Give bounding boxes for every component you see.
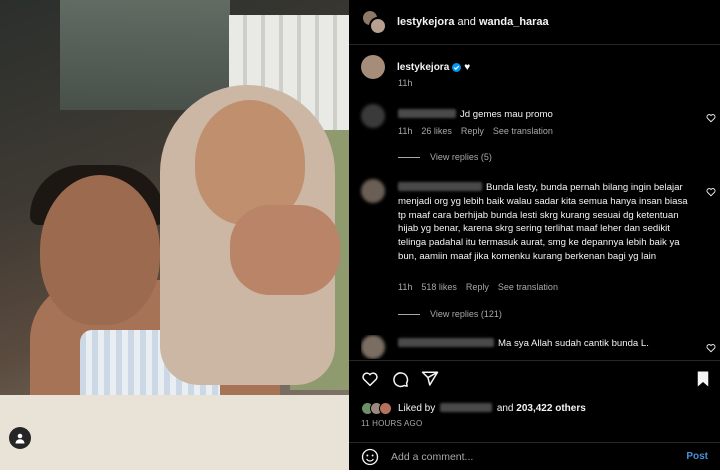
heart-icon[interactable]	[361, 370, 379, 388]
emoji-icon[interactable]	[361, 448, 379, 466]
comment-icon[interactable]	[391, 370, 409, 388]
avatar	[379, 402, 392, 415]
comment-bar: Post	[349, 443, 720, 470]
avatar	[369, 17, 387, 35]
caption-row: lestykejora ♥	[361, 55, 470, 79]
post-button[interactable]: Post	[686, 451, 708, 462]
post-authors: lestykejora and wanda_haraa	[397, 16, 549, 28]
view-replies-label: View replies (5)	[430, 152, 492, 162]
comment-text-line: Bunda lesty, bunda pernah bilang ingin b…	[398, 181, 698, 264]
share-icon[interactable]	[421, 370, 439, 388]
post-header: lestykejora and wanda_haraa	[349, 0, 720, 45]
caption-emoji: ♥	[464, 61, 471, 73]
comment-heart-icon[interactable]	[706, 187, 716, 197]
comment-text: Bunda lesty, bunda pernah bilang ingin b…	[398, 182, 688, 262]
post-side-panel: lestykejora and wanda_haraa lestykejora …	[349, 0, 720, 470]
liked-by-and: and	[496, 403, 514, 414]
avatar[interactable]	[361, 104, 385, 128]
comment-text: Jd gemes mau promo	[460, 109, 553, 120]
comment-likes[interactable]: 518 likes	[421, 282, 457, 292]
bookmark-icon[interactable]	[694, 370, 712, 388]
see-translation-link[interactable]: See translation	[498, 282, 558, 292]
see-translation-link[interactable]: See translation	[493, 126, 553, 136]
post-actions	[361, 370, 711, 390]
comment-time: 11h	[398, 126, 413, 136]
comment-time: 11h	[398, 282, 413, 292]
post-time-ago: 11 HOURS AGO	[361, 419, 423, 428]
comment-text-line: Jd gemes mau promo	[398, 108, 698, 122]
comment-text-line: Ma sya Allah sudah cantik bunda L.	[398, 337, 698, 351]
comment-item: Ma sya Allah sudah cantik bunda L.	[361, 335, 716, 359]
comment-item: Jd gemes mau promo 11h 26 likes Reply Se…	[361, 104, 716, 164]
comment-likes[interactable]: 26 likes	[421, 126, 452, 136]
avatar[interactable]	[361, 179, 385, 203]
actions-divider	[349, 360, 720, 361]
caption-username[interactable]: lestykejora	[397, 62, 449, 73]
liked-by-row: Liked by and 203,422 others	[361, 402, 586, 415]
author-link[interactable]: lestykejora	[397, 16, 454, 28]
comment-text: Ma sya Allah sudah cantik bunda L.	[498, 338, 649, 349]
reply-button[interactable]: Reply	[461, 126, 484, 136]
view-replies-button[interactable]: View replies (5)	[398, 152, 492, 162]
view-replies-label: View replies (121)	[430, 309, 502, 319]
view-replies-button[interactable]: View replies (121)	[398, 309, 502, 319]
comment-username[interactable]	[398, 182, 482, 191]
comment-meta: 11h 26 likes Reply See translation	[398, 126, 553, 136]
replies-divider	[398, 156, 420, 158]
comment-item: Bunda lesty, bunda pernah bilang ingin b…	[361, 179, 716, 319]
comment-meta: 11h 518 likes Reply See translation	[398, 282, 558, 292]
comment-username[interactable]	[398, 109, 456, 118]
replies-divider	[398, 313, 420, 315]
photo-blanket	[0, 395, 349, 470]
verified-icon	[452, 62, 462, 72]
author-joiner: and	[457, 16, 476, 28]
user-tag-icon[interactable]	[9, 427, 31, 449]
reply-button[interactable]: Reply	[466, 282, 489, 292]
liked-by-count[interactable]: 203,422 others	[516, 403, 586, 414]
avatar[interactable]	[361, 55, 385, 79]
caption-time: 11h	[398, 78, 413, 88]
post-photo[interactable]	[0, 0, 349, 470]
comment-input[interactable]	[391, 450, 687, 463]
liked-by-username[interactable]	[440, 403, 493, 412]
photo-window	[60, 0, 230, 110]
comment-heart-icon[interactable]	[706, 113, 716, 123]
comment-heart-icon[interactable]	[706, 343, 716, 353]
liked-by-text[interactable]: Liked by and 203,422 others	[398, 403, 586, 414]
photo-person-left-face	[40, 175, 160, 325]
avatar[interactable]	[361, 335, 385, 359]
comment-username[interactable]	[398, 338, 494, 347]
photo-person-right-arm	[230, 205, 340, 295]
author-link[interactable]: wanda_haraa	[479, 16, 549, 28]
collab-avatars[interactable]	[361, 9, 387, 35]
liked-by-prefix: Liked by	[398, 403, 436, 414]
